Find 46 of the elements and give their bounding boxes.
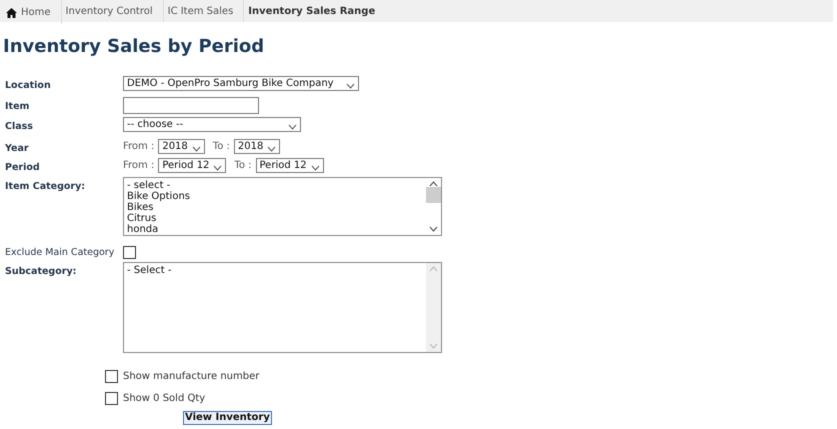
- list-option[interactable]: - select -: [127, 180, 423, 191]
- to-label: To :: [212, 141, 230, 152]
- field-label: Item: [4, 100, 30, 112]
- field-label: Location: [4, 79, 52, 91]
- scroll-down-icon[interactable]: [429, 226, 438, 232]
- breadcrumb-link[interactable]: Home: [6, 0, 62, 24]
- checkbox[interactable]: [105, 392, 118, 405]
- dropdown[interactable]: Period 12: [158, 158, 226, 173]
- home-icon: [6, 8, 17, 18]
- dropdown[interactable]: -- choose --: [123, 117, 301, 132]
- scrollbar-thumb[interactable]: [426, 187, 441, 203]
- to-label: To :: [234, 160, 252, 171]
- caret-icon: [310, 164, 320, 170]
- page-title: Inventory Sales by Period: [3, 36, 266, 57]
- breadcrumb-link[interactable]: Inventory Control: [66, 0, 164, 22]
- caret-icon: [288, 124, 297, 130]
- field-label: Item Category:: [4, 180, 86, 192]
- dropdown[interactable]: DEMO - OpenPro Samburg Bike Company: [123, 76, 359, 91]
- breadcrumb-link[interactable]: Inventory Sales Range: [248, 0, 386, 22]
- checkbox[interactable]: [123, 246, 136, 258]
- checkbox-label: Exclude Main Category: [4, 246, 116, 258]
- list-box[interactable]: - select - Bike Options Bikes Citrus honda: [123, 177, 442, 236]
- list-option[interactable]: Bikes: [127, 202, 423, 213]
- scroll-up-icon[interactable]: [429, 181, 438, 187]
- from-label: From :: [123, 160, 154, 171]
- dropdown[interactable]: 2018: [158, 139, 205, 154]
- field-label: Subcategory:: [4, 265, 78, 277]
- checkbox-label: Show 0 Sold Qty: [123, 393, 206, 404]
- caret-icon: [346, 82, 355, 88]
- list-option[interactable]: Bike Options: [127, 191, 423, 202]
- dropdown[interactable]: Period 12: [256, 158, 324, 173]
- from-label: From :: [123, 141, 154, 152]
- caret-icon: [192, 146, 201, 152]
- dropdown[interactable]: 2018: [234, 139, 280, 154]
- list-option[interactable]: Citrus: [127, 213, 423, 224]
- field-label: Class: [4, 120, 34, 132]
- view-inventory-button[interactable]: View Inventory: [183, 411, 272, 425]
- field-label: Year: [4, 142, 30, 154]
- breadcrumb-link[interactable]: IC Item Sales: [168, 0, 244, 22]
- list-option[interactable]: honda: [127, 224, 423, 235]
- input-field[interactable]: [123, 97, 259, 114]
- caret-icon: [267, 146, 276, 152]
- checkbox[interactable]: [105, 370, 118, 383]
- field-label: Period: [4, 161, 41, 173]
- caret-icon: [213, 164, 222, 170]
- checkbox-label: Show manufacture number: [123, 371, 260, 382]
